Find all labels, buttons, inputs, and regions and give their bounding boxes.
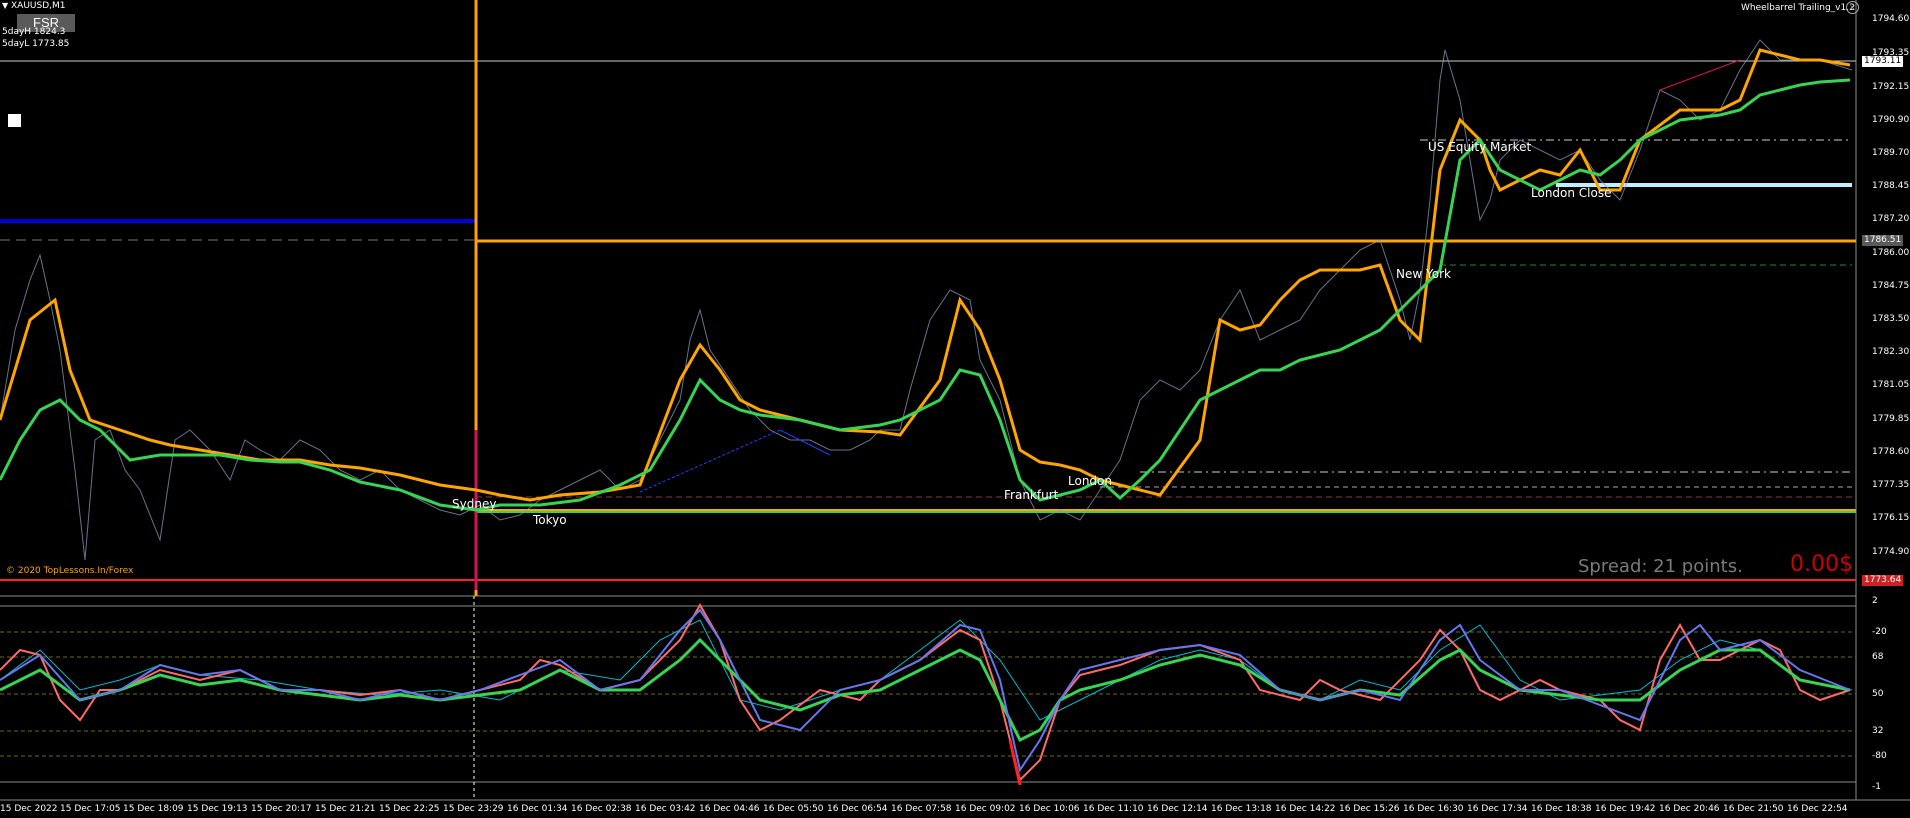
osc-tick: 2 bbox=[1872, 596, 1878, 606]
triangle-down-icon[interactable]: ▼ bbox=[2, 2, 9, 10]
price-tick: 1784.75 bbox=[1872, 281, 1910, 291]
red-level-tag: 1773.64 bbox=[1862, 575, 1904, 586]
time-tick: 16 Dec 04:46 bbox=[699, 804, 760, 814]
time-tick: 16 Dec 20:46 bbox=[1659, 804, 1720, 814]
time-tick: 15 Dec 23:29 bbox=[443, 804, 504, 814]
time-tick: 16 Dec 21:50 bbox=[1723, 804, 1784, 814]
profit-text: 0.00$ bbox=[1790, 552, 1853, 577]
osc-tick: -1 bbox=[1872, 782, 1881, 792]
orange-level-tag: 1786.51 bbox=[1862, 235, 1904, 246]
price-tick: 1777.35 bbox=[1872, 480, 1910, 490]
time-tick: 16 Dec 03:42 bbox=[635, 804, 696, 814]
price-tick: 1776.15 bbox=[1872, 513, 1910, 523]
osc-tick: -20 bbox=[1872, 627, 1887, 637]
osc-tick: 32 bbox=[1872, 726, 1884, 736]
session-label: Tokyo bbox=[533, 513, 567, 527]
price-tick: 1794.60 bbox=[1872, 14, 1910, 24]
time-tick: 16 Dec 16:30 bbox=[1403, 804, 1464, 814]
time-tick: 16 Dec 09:02 bbox=[955, 804, 1016, 814]
time-tick: 16 Dec 07:58 bbox=[891, 804, 952, 814]
oscillator-axis[interactable]: 2 -20 68 50 32 -80 -1 bbox=[1862, 596, 1910, 800]
copyright: © 2020 TopLessons.In/Forex bbox=[6, 566, 134, 576]
symbol-label: XAUUSD,M1 bbox=[11, 1, 66, 11]
time-tick: 16 Dec 13:18 bbox=[1211, 804, 1272, 814]
time-tick: 15 Dec 21:21 bbox=[315, 804, 376, 814]
time-tick: 15 Dec 18:09 bbox=[123, 804, 184, 814]
osc-tick: 68 bbox=[1872, 652, 1884, 662]
session-label: New York bbox=[1396, 267, 1451, 281]
price-tick: 1786.00 bbox=[1872, 248, 1910, 258]
session-label: London Close bbox=[1531, 186, 1612, 200]
time-tick: 16 Dec 12:14 bbox=[1147, 804, 1208, 814]
spread-text: Spread: 21 points. bbox=[1578, 556, 1743, 577]
osc-tick: 50 bbox=[1872, 689, 1884, 699]
time-tick: 16 Dec 15:26 bbox=[1339, 804, 1400, 814]
time-tick: 16 Dec 05:50 bbox=[763, 804, 824, 814]
price-tick: 1778.60 bbox=[1872, 447, 1910, 457]
price-tick: 1788.45 bbox=[1872, 181, 1910, 191]
price-tick: 1781.05 bbox=[1872, 380, 1910, 390]
time-tick: 16 Dec 02:38 bbox=[571, 804, 632, 814]
chart-canvas[interactable] bbox=[0, 0, 1910, 818]
time-tick: 15 Dec 22:25 bbox=[379, 804, 440, 814]
price-tick: 1792.15 bbox=[1872, 82, 1910, 92]
time-axis[interactable]: 15 Dec 2022 15 Dec 17:05 15 Dec 18:09 15… bbox=[0, 801, 1856, 818]
time-tick: 16 Dec 01:34 bbox=[507, 804, 568, 814]
time-tick: 16 Dec 14:22 bbox=[1275, 804, 1336, 814]
price-axis[interactable]: 1794.60 1793.35 1792.15 1790.90 1789.70 … bbox=[1862, 0, 1910, 600]
price-tick: 1783.50 bbox=[1872, 314, 1910, 324]
price-tick: 1779.85 bbox=[1872, 414, 1910, 424]
price-tick: 1787.20 bbox=[1872, 214, 1910, 224]
time-tick: 16 Dec 19:42 bbox=[1595, 804, 1656, 814]
price-tick: 1789.70 bbox=[1872, 148, 1910, 158]
price-tick: 1790.90 bbox=[1872, 115, 1910, 125]
time-tick: 16 Dec 18:38 bbox=[1531, 804, 1592, 814]
five-day-high: 5dayH 1824.3 bbox=[2, 27, 66, 37]
five-day-low: 5dayL 1773.85 bbox=[2, 39, 70, 49]
time-tick: 15 Dec 17:05 bbox=[60, 804, 121, 814]
price-tick: 1782.30 bbox=[1872, 347, 1910, 357]
session-label: Sydney bbox=[452, 497, 497, 511]
indicator-name: Wheelbarrel Trailing_v1.2 bbox=[1741, 3, 1855, 13]
time-tick: 15 Dec 19:13 bbox=[187, 804, 248, 814]
time-tick: 16 Dec 22:54 bbox=[1787, 804, 1848, 814]
session-label: Frankfurt bbox=[1004, 488, 1059, 502]
time-tick: 16 Dec 17:34 bbox=[1467, 804, 1528, 814]
session-label: London bbox=[1068, 474, 1112, 488]
current-price-tag: 1793.11 bbox=[1862, 56, 1904, 67]
time-tick: 16 Dec 06:54 bbox=[827, 804, 888, 814]
osc-tick: -80 bbox=[1872, 751, 1887, 761]
session-label: US Equity Market bbox=[1428, 140, 1532, 154]
white-square-icon[interactable] bbox=[8, 114, 21, 127]
time-tick: 16 Dec 10:06 bbox=[1019, 804, 1080, 814]
time-tick: 15 Dec 20:17 bbox=[251, 804, 312, 814]
time-tick: 16 Dec 11:10 bbox=[1083, 804, 1144, 814]
close-icon[interactable]: × bbox=[1846, 1, 1859, 14]
time-tick: 15 Dec 2022 bbox=[0, 804, 58, 814]
price-tick: 1774.90 bbox=[1872, 547, 1910, 557]
